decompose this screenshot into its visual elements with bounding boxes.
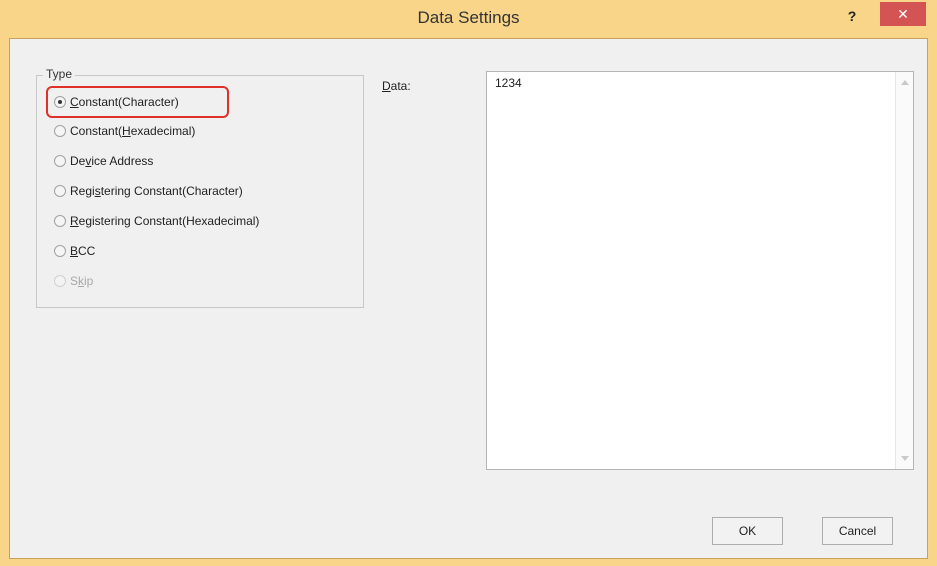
dialog-title: Data Settings bbox=[417, 8, 520, 27]
data-textarea[interactable]: 1234 bbox=[486, 71, 914, 470]
selection-highlight bbox=[46, 86, 229, 118]
radio-label: Constant(Hexadecimal) bbox=[70, 124, 196, 138]
radio-label: Registering Constant(Hexadecimal) bbox=[70, 214, 260, 228]
data-value: 1234 bbox=[495, 76, 522, 90]
radio-indicator[interactable] bbox=[54, 125, 66, 137]
dialog-body: Type Constant(Character) Constant(Hexade… bbox=[9, 38, 928, 559]
radio-indicator bbox=[54, 275, 66, 287]
radio-constant-hexadecimal[interactable]: Constant(Hexadecimal) bbox=[54, 120, 195, 142]
dialog-window: Data Settings ? ✕ Type Constant(Characte… bbox=[0, 0, 937, 566]
radio-indicator[interactable] bbox=[54, 155, 66, 167]
radio-indicator[interactable] bbox=[54, 245, 66, 257]
ok-button[interactable]: OK bbox=[712, 517, 783, 545]
type-group-legend: Type bbox=[43, 67, 76, 81]
cancel-button[interactable]: Cancel bbox=[822, 517, 893, 545]
radio-registering-constant-hexadecimal[interactable]: Registering Constant(Hexadecimal) bbox=[54, 210, 259, 232]
radio-registering-constant-character[interactable]: Registering Constant(Character) bbox=[54, 180, 243, 202]
title-bar[interactable]: Data Settings ? ✕ bbox=[0, 0, 937, 38]
data-scrollbar[interactable] bbox=[895, 72, 913, 469]
radio-bcc[interactable]: BCC bbox=[54, 240, 95, 262]
close-button[interactable]: ✕ bbox=[880, 2, 926, 26]
scroll-down-icon[interactable] bbox=[901, 456, 909, 461]
radio-indicator[interactable] bbox=[54, 215, 66, 227]
help-button[interactable]: ? bbox=[840, 5, 864, 27]
radio-label: BCC bbox=[70, 244, 96, 258]
radio-label: Registering Constant(Character) bbox=[70, 184, 243, 198]
data-label: Data: bbox=[382, 79, 411, 93]
radio-indicator[interactable] bbox=[54, 185, 66, 197]
scroll-up-icon[interactable] bbox=[901, 80, 909, 85]
radio-label: Device Address bbox=[70, 154, 154, 168]
radio-device-address[interactable]: Device Address bbox=[54, 150, 153, 172]
radio-skip: Skip bbox=[54, 270, 93, 292]
radio-label: Skip bbox=[70, 274, 94, 288]
